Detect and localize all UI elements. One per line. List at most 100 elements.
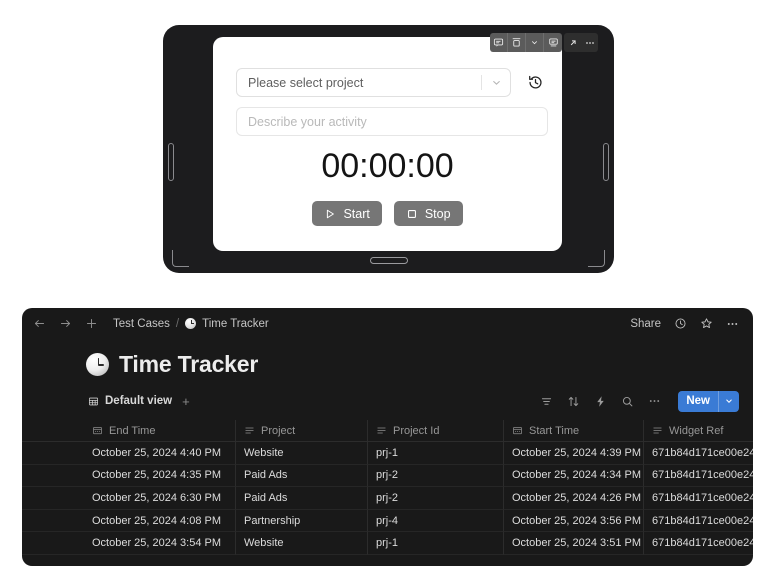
sort-icon[interactable]: [567, 395, 580, 408]
table-row[interactable]: October 25, 2024 4:35 PM Paid Ads prj-2 …: [22, 464, 753, 488]
column-header-label: Start Time: [529, 424, 580, 437]
column-header-start-time[interactable]: Start Time: [504, 420, 644, 442]
chevron-down-icon[interactable]: [482, 76, 510, 89]
notion-topbar: Test Cases / Time Tracker Share: [22, 308, 753, 339]
widget-toolbar: [490, 33, 598, 52]
cell-project[interactable]: Partnership: [236, 509, 368, 533]
cell-widget-ref[interactable]: 671b84d171ce00e24b8b: [644, 487, 753, 510]
activity-input[interactable]: Describe your activity: [236, 107, 548, 136]
cell-widget-ref[interactable]: 671b84d171ce00e24b8b: [644, 442, 753, 465]
start-button[interactable]: Start: [312, 201, 382, 226]
star-icon[interactable]: [700, 317, 713, 330]
project-select-placeholder: Please select project: [248, 75, 364, 90]
new-page-plus-icon[interactable]: [85, 317, 98, 330]
table-row[interactable]: October 25, 2024 6:30 PM Paid Ads prj-2 …: [22, 487, 753, 510]
cell-end-time[interactable]: October 25, 2024 6:30 PM: [84, 487, 236, 510]
row-gutter: [22, 420, 84, 442]
start-button-label: Start: [343, 206, 370, 221]
filter-icon[interactable]: [540, 395, 553, 408]
cell-end-time[interactable]: October 25, 2024 4:35 PM: [84, 464, 236, 488]
back-arrow-icon[interactable]: [33, 317, 46, 330]
cell-end-time[interactable]: October 25, 2024 4:08 PM: [84, 509, 236, 533]
table-row[interactable]: October 25, 2024 4:08 PM Partnership prj…: [22, 509, 753, 533]
tab-default-view[interactable]: Default view: [88, 395, 172, 407]
cell-end-time[interactable]: October 25, 2024 3:54 PM: [84, 532, 236, 555]
add-view-button[interactable]: +: [182, 394, 190, 409]
time-tracker-widget: Please select project Describe your acti…: [213, 33, 598, 251]
breadcrumb-item-test-cases[interactable]: Test Cases: [113, 318, 170, 330]
timer-display: 00:00:00: [321, 147, 454, 185]
share-button[interactable]: Share: [630, 318, 661, 330]
cell-start-time[interactable]: October 25, 2024 4:34 PM: [504, 464, 644, 488]
notion-nav-controls: [33, 317, 98, 330]
cell-project-id[interactable]: prj-4: [368, 509, 504, 533]
cell-project[interactable]: Paid Ads: [236, 464, 368, 488]
text-icon: [244, 425, 255, 436]
cell-start-time[interactable]: October 25, 2024 4:39 PM: [504, 442, 644, 465]
tablet-volume-button[interactable]: [168, 143, 174, 181]
date-icon: [512, 425, 523, 436]
cell-widget-ref[interactable]: 671b84d171ce00e24b8b: [644, 532, 753, 555]
cell-project-id[interactable]: prj-2: [368, 464, 504, 488]
column-header-project[interactable]: Project: [236, 420, 368, 442]
column-header-project-id[interactable]: Project Id: [368, 420, 504, 442]
cell-start-time[interactable]: October 25, 2024 3:51 PM: [504, 532, 644, 555]
cell-project[interactable]: Paid Ads: [236, 487, 368, 510]
date-icon: [92, 425, 103, 436]
widget-toolbar-group: [490, 33, 562, 52]
row-gutter: [22, 510, 84, 533]
column-header-label: End Time: [109, 424, 156, 437]
more-options-icon[interactable]: [648, 395, 661, 408]
more-options-icon[interactable]: [726, 317, 739, 330]
cell-project[interactable]: Website: [236, 442, 368, 465]
play-icon: [324, 208, 336, 220]
breadcrumb: Test Cases / Time Tracker: [113, 318, 269, 330]
new-button-label: New: [686, 395, 710, 407]
stop-button[interactable]: Stop: [393, 201, 463, 226]
chevron-down-icon[interactable]: [526, 33, 544, 52]
breadcrumb-separator: /: [175, 317, 180, 330]
breadcrumb-item-time-tracker[interactable]: Time Tracker: [202, 318, 269, 330]
row-gutter: [22, 442, 84, 465]
row-gutter: [22, 532, 84, 555]
database-toolbar-actions: New: [540, 390, 739, 412]
column-header-label: Project: [261, 424, 296, 437]
column-header-end-time[interactable]: End Time: [84, 420, 236, 442]
automation-icon[interactable]: [594, 395, 607, 408]
cell-widget-ref[interactable]: 671b84d171ce00e24b8b: [644, 465, 753, 488]
activity-input-placeholder: Describe your activity: [248, 114, 367, 129]
cell-start-time[interactable]: October 25, 2024 3:56 PM: [504, 509, 644, 533]
forward-arrow-icon[interactable]: [59, 317, 72, 330]
table-row[interactable]: October 25, 2024 3:54 PM Website prj-1 O…: [22, 532, 753, 555]
open-external-icon[interactable]: [564, 33, 581, 52]
tablet-power-button[interactable]: [603, 143, 609, 181]
chevron-down-icon[interactable]: [719, 396, 739, 406]
clock-icon[interactable]: [674, 317, 687, 330]
tablet-device-frame: Please select project Describe your acti…: [163, 25, 614, 273]
search-icon[interactable]: [621, 395, 634, 408]
cell-project-id[interactable]: prj-1: [368, 532, 504, 555]
new-record-button[interactable]: New: [678, 390, 739, 412]
more-options-icon[interactable]: [581, 33, 598, 52]
cell-start-time[interactable]: October 25, 2024 4:26 PM: [504, 487, 644, 510]
present-icon[interactable]: [544, 33, 562, 52]
notion-page-body: Time Tracker Default view + New End Time…: [22, 339, 753, 555]
home-indicator: [369, 257, 408, 264]
column-header-widget-ref[interactable]: Widget Ref: [644, 420, 753, 442]
history-button[interactable]: [523, 70, 547, 94]
stop-square-icon: [406, 208, 418, 220]
clock-icon: [86, 353, 109, 376]
cell-end-time[interactable]: October 25, 2024 4:40 PM: [84, 442, 236, 465]
column-header-label: Project Id: [393, 424, 440, 437]
page-title: Time Tracker: [119, 351, 259, 377]
table-row[interactable]: October 25, 2024 4:40 PM Website prj-1 O…: [22, 442, 753, 465]
cell-project-id[interactable]: prj-1: [368, 442, 504, 465]
frame-icon[interactable]: [508, 33, 526, 52]
comment-icon[interactable]: [490, 33, 508, 52]
table-view-icon: [88, 396, 99, 407]
cell-project-id[interactable]: prj-2: [368, 487, 504, 510]
cell-widget-ref[interactable]: 671b84d171ce00e24b8b: [644, 510, 753, 533]
cell-project[interactable]: Website: [236, 532, 368, 555]
timer-controls: Start Stop: [213, 201, 562, 226]
project-select[interactable]: Please select project: [236, 68, 511, 97]
